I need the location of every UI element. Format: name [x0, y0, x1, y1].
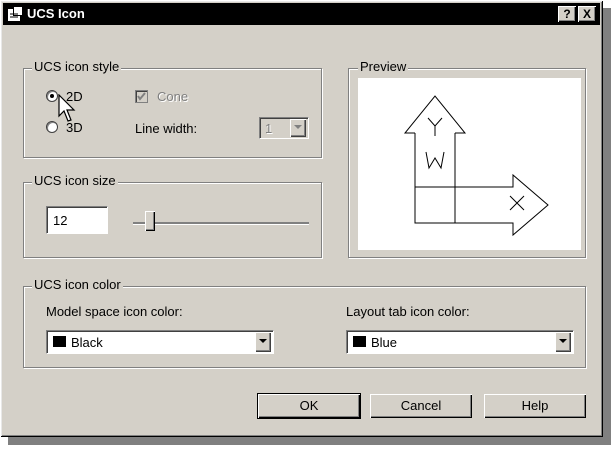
model-space-color-label: Model space icon color: [46, 304, 183, 319]
model-space-color-value: Black [71, 335, 103, 350]
window-title: UCS Icon [27, 6, 85, 21]
model-color-swatch [53, 336, 66, 347]
layout-color-swatch [353, 336, 366, 347]
icon-size-value: 12 [53, 213, 68, 228]
layout-tab-color-label: Layout tab icon color: [346, 304, 470, 319]
chevron-down-icon [259, 339, 267, 343]
title-bar[interactable]: UCS Icon ? X [3, 3, 600, 25]
model-color-dropdown-button[interactable] [255, 332, 271, 352]
cancel-button[interactable]: Cancel [370, 394, 472, 418]
chevron-down-icon [559, 339, 567, 343]
model-space-color-dropdown[interactable]: Black [46, 330, 274, 354]
cone-checkbox[interactable] [135, 90, 148, 103]
icon-size-input[interactable]: 12 [46, 206, 108, 234]
ok-button[interactable]: OK [257, 393, 361, 419]
preview-legend: Preview [358, 59, 409, 74]
ucs-preview-icon: Y [403, 95, 549, 237]
line-width-label: Line width: [135, 121, 198, 136]
line-width-value: 1 [265, 121, 273, 136]
cone-label: Cone [157, 89, 189, 104]
ucs-icon-dialog: UCS Icon ? X UCS icon style 2D 3D Cone L… [0, 0, 603, 437]
ucs-icon-color-group [23, 286, 586, 368]
close-icon[interactable]: X [578, 6, 596, 22]
layout-tab-color-value: Blue [371, 335, 398, 350]
line-width-dropdown-button[interactable] [290, 119, 306, 137]
ucs-icon-size-legend: UCS icon size [32, 173, 118, 188]
help-icon[interactable]: ? [558, 6, 576, 22]
radio-2d-dot [50, 94, 54, 98]
help-button[interactable]: Help [484, 394, 586, 418]
layout-tab-color-dropdown[interactable]: Blue [346, 330, 574, 354]
icon-size-slider-thumb[interactable] [145, 211, 155, 231]
check-icon [137, 92, 146, 101]
mouse-cursor-icon [58, 94, 76, 122]
ucs-icon-color-legend: UCS icon color [32, 277, 123, 292]
icon-size-slider-track[interactable] [133, 222, 309, 225]
app-icon [7, 6, 23, 22]
line-width-dropdown[interactable]: 1 [259, 117, 309, 139]
radio-2d[interactable] [46, 90, 58, 102]
chevron-down-icon [294, 125, 302, 129]
ucs-icon-style-legend: UCS icon style [32, 59, 122, 74]
layout-color-dropdown-button[interactable] [555, 332, 571, 352]
radio-3d[interactable] [46, 121, 58, 133]
preview-canvas: Y [358, 78, 581, 250]
